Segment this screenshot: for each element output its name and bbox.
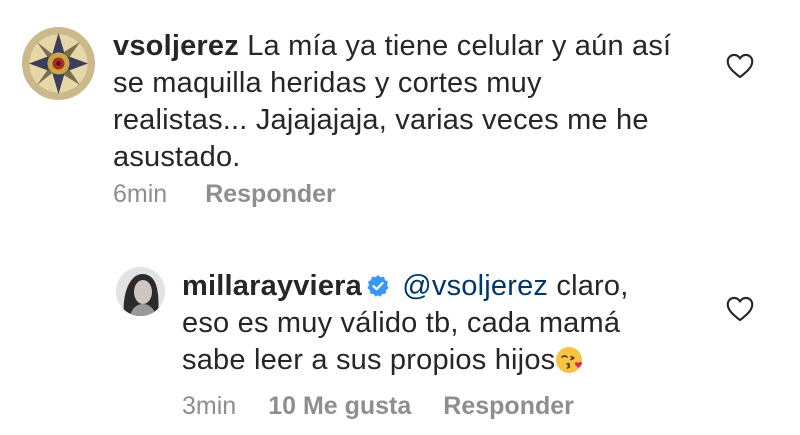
heart-outline-icon[interactable] [726, 53, 754, 79]
reply-button[interactable]: Responder [205, 180, 336, 209]
comment-body: vsoljerez La mía ya tiene celular y aún … [113, 28, 673, 176]
mention-link[interactable]: @vsoljerez [402, 270, 548, 302]
likes-count-link[interactable]: 10 Me gusta [268, 392, 411, 421]
reply-time: 3min [182, 392, 237, 420]
avatar-vsoljerez[interactable] [22, 27, 95, 100]
heart-outline-icon[interactable] [726, 296, 754, 322]
reply-meta: 3min 10 Me gusta Responder [182, 392, 574, 421]
comment-meta: 6min Responder [113, 180, 336, 209]
comment-username[interactable]: vsoljerez [113, 30, 239, 62]
reply-button[interactable]: Responder [443, 392, 574, 421]
reply-body: millarayviera @vsoljerez claro, eso es m… [182, 268, 652, 379]
kissing-face-with-heart-emoji [556, 347, 583, 373]
profile-photo-avatar-image [116, 267, 165, 316]
reply-username[interactable]: millarayviera [182, 270, 362, 302]
comment-time: 6min [113, 180, 168, 208]
mandala-avatar-image [22, 27, 95, 100]
verified-badge-icon [367, 275, 389, 297]
avatar-millarayviera[interactable] [116, 267, 165, 316]
